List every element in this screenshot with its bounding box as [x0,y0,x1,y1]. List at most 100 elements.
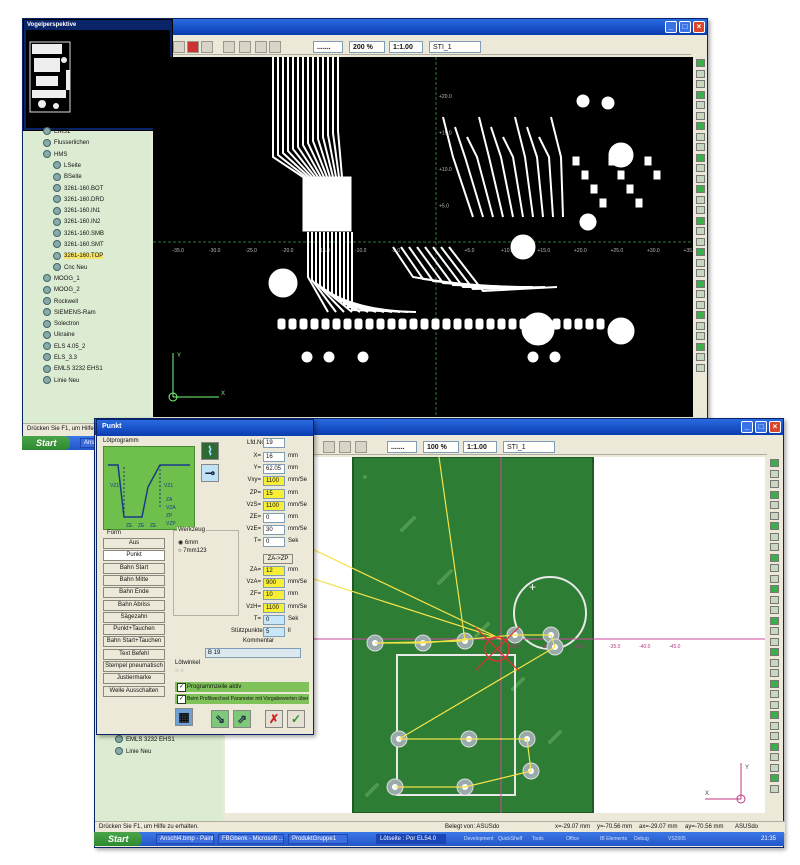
tree-item[interactable]: 3261-160.BOT [53,183,103,195]
start-button-top[interactable]: Start [22,436,70,450]
side-tool-icon[interactable] [696,248,705,256]
side-tool-icon[interactable] [770,763,779,772]
side-tool-icon[interactable] [770,658,779,667]
side-tool-icon[interactable] [696,237,705,246]
form-button[interactable]: Punkt+Tauchen [103,624,165,636]
side-tool-icon[interactable] [770,574,779,583]
import-icon[interactable]: ⇘ [211,710,229,728]
parameter-field[interactable]: 1100 [263,476,285,487]
taskbar-item-loetseite[interactable]: Lötseite : Por EL54.0 [376,834,446,844]
maximize-icon[interactable]: □ [679,21,691,33]
tree-item-linie[interactable]: Linie Neu [115,747,151,758]
tool-icon-2[interactable] [223,41,235,53]
parameter-field[interactable]: 30 [263,525,285,536]
wafer-icon[interactable]: ▦ [175,708,193,726]
zoom-select[interactable]: 200 % [349,41,385,53]
tree-item[interactable]: MOOG_2 [43,285,80,296]
minimize-icon[interactable]: _ [665,21,677,33]
side-tool-icon[interactable] [696,311,705,319]
taskbar-item-paint[interactable]: Anschl4.bmp - Paint [156,834,214,844]
tree-item[interactable]: Ukraine [43,330,75,341]
maximize-icon[interactable]: □ [755,421,767,433]
programmzeile-aktiv-checkbox[interactable]: Programmzeile aktiv [175,682,309,692]
tree-item[interactable]: HMS [43,150,67,161]
side-tool-icon[interactable] [770,501,779,509]
layer-select[interactable]: STI_1 [429,41,481,53]
pcb-canvas-top[interactable]: -35.0 -30.0 -25.0 -20.0 -15.0 -10.0 -5.0 +5.0 +1… [153,57,693,417]
side-tool-icon[interactable] [696,153,705,162]
tree-item-emls[interactable]: EMLS 3232 EHS1 [115,735,175,746]
zoom-select[interactable]: 100 % [423,441,459,453]
parameter-field[interactable]: 15 [263,488,285,499]
side-tool-icon[interactable] [770,648,779,656]
side-tool-icon[interactable] [770,669,779,677]
lfd-no-field[interactable]: 19 [263,438,285,448]
line-style-select[interactable]: ....... [313,41,343,53]
tool-icon-3[interactable] [355,441,367,453]
tool-icon-5[interactable] [269,41,281,53]
tree-item[interactable]: 3261-160.IN1 [53,206,100,217]
side-tool-icon[interactable] [696,332,705,340]
side-tool-icon[interactable] [770,711,779,719]
dialog-titlebar[interactable]: Punkt [97,420,313,436]
side-tool-icon[interactable] [696,216,705,225]
side-tool-icon[interactable] [770,637,779,646]
parameter-field[interactable]: 0 [263,614,285,625]
taskbar-item-fbgbenk[interactable]: FBGbenk - Microsoft ... [218,834,284,844]
werkzeug-option-6mm[interactable]: ◉ 6mm [178,539,198,546]
side-tool-icon[interactable] [770,732,779,740]
parameter-field[interactable]: 1100 [263,500,285,511]
form-button[interactable]: Welle Ausschalten [103,685,165,697]
tree-item[interactable]: EMLS 3232 EHS1 [43,364,103,375]
tree-item[interactable]: Flusserlichen [43,138,89,149]
close-icon[interactable]: × [769,421,781,433]
side-tool-icon[interactable] [696,353,705,361]
side-tool-icon[interactable] [696,80,705,88]
profile-type-button-1[interactable]: ⌇ [201,442,219,460]
cancel-button[interactable]: ✗ [265,710,283,728]
stop-icon[interactable] [201,41,213,53]
minimize-icon[interactable]: _ [741,421,753,433]
side-tool-icon[interactable] [770,753,779,761]
side-tool-icon[interactable] [696,269,705,277]
tray-item[interactable]: Tools [532,834,544,844]
parameter-field[interactable]: 16 [263,452,285,462]
line-style-select[interactable]: ....... [387,441,417,453]
tray-item[interactable]: Office [566,834,579,844]
side-tool-icon[interactable] [696,143,705,151]
form-button[interactable]: Aus [103,538,165,549]
side-tool-icon[interactable] [696,69,705,78]
side-tool-icon[interactable] [770,606,779,614]
tree-item[interactable]: ELS_3.3 [43,353,77,364]
form-button[interactable]: Bahn Ende [103,587,165,599]
side-tool-icon[interactable] [696,279,705,288]
tool-icon-2[interactable] [339,441,351,453]
tray-item[interactable]: VS2005 [668,834,686,844]
tree-item[interactable]: 3261-160.SMB [53,229,104,240]
side-tool-icon[interactable] [770,742,779,751]
side-tool-icon[interactable] [770,564,779,572]
profile-type-button-2[interactable]: ⊸ [201,464,219,482]
side-tool-icon[interactable] [696,90,705,99]
side-tool-icon[interactable] [696,321,705,330]
side-tool-icon[interactable] [770,616,779,625]
parameter-field[interactable]: 62.05 [263,464,285,475]
form-button[interactable]: Bahn Abriss [103,599,165,611]
tool-icon-1[interactable] [173,41,185,53]
tree-item[interactable]: Cnc Neu [53,263,87,274]
side-tool-icon[interactable] [696,185,705,193]
side-tool-icon[interactable] [770,784,779,793]
taskbar-item-produktgruppe[interactable]: ProduktGruppe1 [288,834,348,844]
side-tool-icon[interactable] [770,679,779,688]
side-tool-icon[interactable] [770,553,779,562]
side-tool-icon[interactable] [696,174,705,183]
side-tool-icon[interactable] [770,627,779,635]
parameter-field[interactable]: 0 [263,513,285,523]
werkzeug-option-7mm[interactable]: ○ 7mm123 [178,548,207,554]
form-button[interactable]: Bahn Start+Tauchen [103,636,165,648]
parameter-field[interactable]: 5 [263,627,285,637]
form-button[interactable]: Text Befehl [103,648,165,660]
side-tool-icon[interactable] [770,490,779,499]
side-tool-icon[interactable] [696,342,705,351]
parameter-field[interactable]: 0 [263,537,285,548]
